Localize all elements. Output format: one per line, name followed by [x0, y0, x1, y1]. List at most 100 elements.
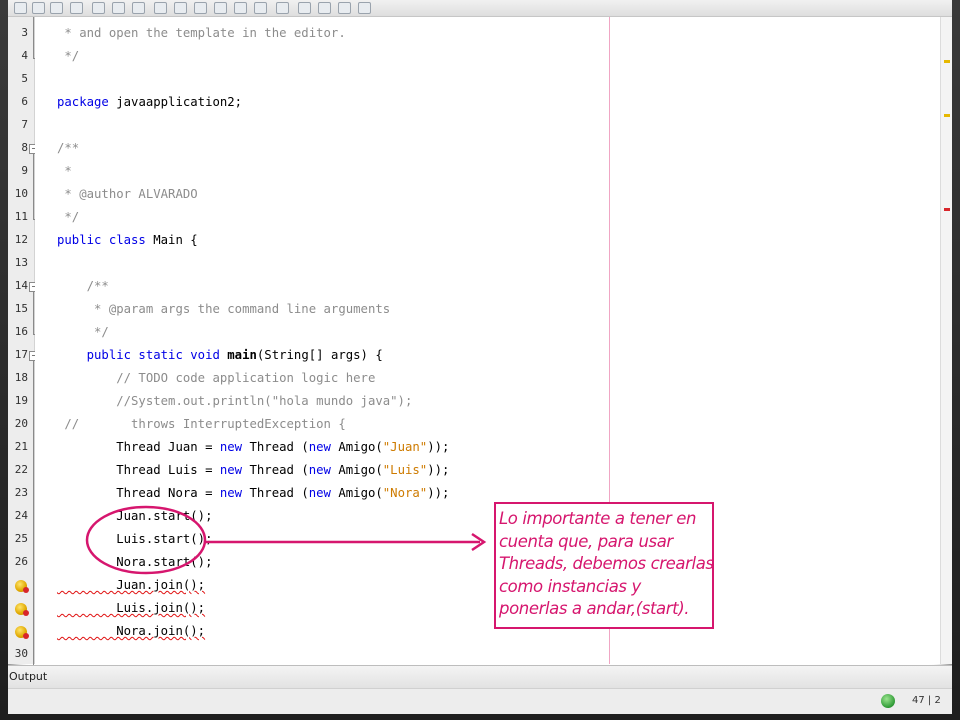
code-token: Thread (: [242, 463, 309, 477]
code-token: /**: [57, 279, 109, 293]
warning-error-icon[interactable]: [15, 603, 29, 616]
toolbar-button[interactable]: [276, 2, 289, 14]
code-token: Amigo(: [330, 486, 383, 500]
callout-text-line: Lo importante a tener en: [499, 509, 697, 528]
output-tab-label[interactable]: Output: [9, 670, 47, 683]
code-token: Thread Luis =: [57, 463, 220, 477]
globe-icon: [881, 694, 895, 708]
code-editor[interactable]: * and open the template in the editor. *…: [35, 17, 940, 664]
code-token: // TODO code application logic here: [57, 371, 376, 385]
code-line[interactable]: Thread Luis = new Thread (new Amigo("Lui…: [57, 462, 449, 478]
code-line[interactable]: /**: [57, 140, 79, 156]
code-line[interactable]: */: [57, 324, 109, 340]
code-line[interactable]: public static void main(String[] args) {: [57, 347, 383, 363]
toolbar-button[interactable]: [234, 2, 247, 14]
callout-text-line: cuenta que, para usar: [499, 531, 673, 551]
code-token: "Nora": [382, 486, 428, 500]
code-line[interactable]: * @author ALVARADO: [57, 186, 197, 202]
output-bar[interactable]: Output: [8, 665, 952, 688]
code-line[interactable]: //System.out.println("hola mundo java");: [57, 393, 412, 409]
code-token: Juan.join();: [57, 578, 206, 592]
toolbar-button[interactable]: [194, 2, 207, 14]
warning-marker[interactable]: [944, 60, 950, 63]
line-number-gutter: 3 4 5 6 7 8 9 10 11 12 13 14 15 16 17 18 19 20 21 22 23 24 25 2…: [8, 17, 39, 671]
code-token: */: [57, 210, 80, 224]
status-bar: 47 | 2: [8, 688, 952, 714]
code-line[interactable]: /**: [57, 278, 109, 294]
code-token: //System.out.println("hola mundo java");: [57, 394, 413, 408]
code-token: Luis.join();: [57, 601, 206, 615]
toolbar-button[interactable]: [112, 2, 125, 14]
code-token: Thread (: [242, 486, 309, 500]
vertical-scrollbar[interactable]: [940, 17, 952, 664]
toolbar-button[interactable]: [174, 2, 187, 14]
toolbar-button[interactable]: [32, 2, 45, 14]
toolbar-button[interactable]: [92, 2, 105, 14]
code-token: Thread (: [242, 440, 309, 454]
toolbar-button[interactable]: [50, 2, 63, 14]
code-token: * @param args the command line arguments: [57, 302, 391, 316]
line-number: 13: [14, 256, 28, 269]
line-number: 3: [21, 26, 28, 39]
error-marker[interactable]: [944, 208, 950, 211]
line-number: 12: [14, 233, 28, 246]
code-token: new: [308, 440, 331, 454]
code-line[interactable]: // throws InterruptedException {: [57, 416, 345, 432]
code-token: main: [219, 348, 257, 362]
code-line[interactable]: * @param args the command line arguments: [57, 301, 390, 317]
code-token: *: [57, 164, 72, 178]
line-number: 11: [14, 210, 28, 223]
toolbar-button[interactable]: [214, 2, 227, 14]
toolbar-button[interactable]: [70, 2, 83, 14]
code-token: "Juan": [382, 440, 428, 454]
code-token: */: [57, 49, 80, 63]
code-line[interactable]: * and open the template in the editor.: [57, 25, 346, 41]
code-line[interactable]: *: [57, 163, 72, 179]
fold-guide: [33, 292, 34, 334]
code-token: ));: [427, 486, 450, 500]
code-line[interactable]: Nora.join();: [57, 623, 205, 639]
code-token: */: [57, 325, 109, 339]
editor-toolbar: [8, 0, 952, 17]
line-number: 18: [14, 371, 28, 384]
callout-text-line: ponerlas a andar,(start).: [499, 599, 690, 618]
code-token: Thread Nora =: [57, 486, 220, 500]
line-number: 15: [14, 302, 28, 315]
code-line[interactable]: // TODO code application logic here: [57, 370, 375, 386]
code-token: "Luis": [382, 463, 428, 477]
warning-marker[interactable]: [944, 114, 950, 117]
toolbar-button[interactable]: [132, 2, 145, 14]
line-number: 21: [14, 440, 28, 453]
code-token: javaapplication2;: [108, 95, 243, 109]
line-number: 23: [14, 486, 28, 499]
code-token: Nora.join();: [57, 624, 206, 638]
code-line[interactable]: */: [57, 48, 79, 64]
code-line[interactable]: package javaapplication2;: [57, 94, 242, 110]
toolbar-button[interactable]: [338, 2, 351, 14]
code-line[interactable]: Juan.start();: [57, 508, 212, 524]
line-number: 25: [14, 532, 28, 545]
code-line[interactable]: Luis.start();: [57, 531, 212, 547]
line-number: 6: [21, 95, 28, 108]
code-token: * and open the template in the editor.: [57, 26, 346, 40]
code-line[interactable]: Luis.join();: [57, 600, 205, 616]
toolbar-button[interactable]: [154, 2, 167, 14]
code-line[interactable]: */: [57, 209, 79, 225]
line-number: 24: [14, 509, 28, 522]
code-line[interactable]: Thread Nora = new Thread (new Amigo("Nor…: [57, 485, 449, 501]
code-token: new: [308, 463, 331, 477]
code-line[interactable]: Juan.join();: [57, 577, 205, 593]
code-line[interactable]: public class Main {: [57, 232, 198, 248]
toolbar-button[interactable]: [14, 2, 27, 14]
warning-error-icon[interactable]: [15, 626, 29, 639]
line-number: 7: [21, 118, 28, 131]
toolbar-button[interactable]: [254, 2, 267, 14]
toolbar-button[interactable]: [318, 2, 331, 14]
code-token: Thread Juan =: [57, 440, 220, 454]
warning-error-icon[interactable]: [15, 580, 29, 593]
code-token: Amigo(: [330, 463, 383, 477]
toolbar-button[interactable]: [358, 2, 371, 14]
code-line[interactable]: Thread Juan = new Thread (new Amigo("Jua…: [57, 439, 449, 455]
code-line[interactable]: Nora.start();: [57, 554, 212, 570]
toolbar-button[interactable]: [298, 2, 311, 14]
